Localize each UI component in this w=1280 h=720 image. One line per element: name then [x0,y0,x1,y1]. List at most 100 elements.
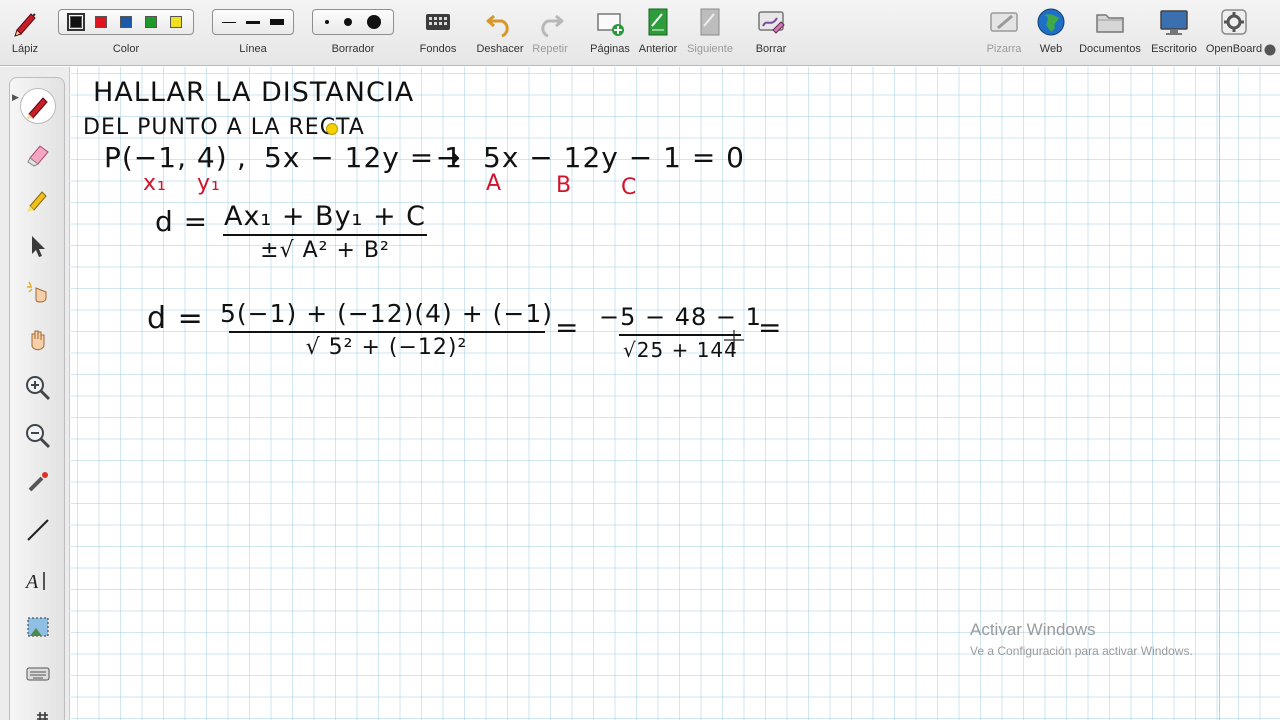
text-tool[interactable]: A [20,562,56,598]
backgrounds-button[interactable]: Fondos [406,0,470,66]
undo-icon [486,14,509,38]
collapse-toolbar-icon[interactable] [1264,44,1276,56]
clear-board-icon [758,11,785,34]
eraser-small-option[interactable] [324,20,329,24]
add-page-icon [597,13,624,36]
web-button[interactable]: Web [1019,0,1083,66]
simplified-numerator: −5 − 48 − 1 [599,303,762,331]
equals-sign-1: = [555,311,580,344]
stylus-palette: ▶ A [9,77,65,720]
selector-tool[interactable] [20,228,56,264]
eraser-tool[interactable] [20,136,56,172]
left-sidebar: ▶ A [0,67,70,720]
openboard-menu-button[interactable]: OpenBoard [1202,0,1266,66]
label-a: A [486,171,503,196]
interact-tool[interactable] [20,274,56,310]
eraser-icon [27,145,49,167]
label-b: B [556,173,573,198]
laser-pointer-icon [28,472,48,492]
distance-formula: Ax₁ + By₁ + C ±√ A² + B² [223,201,427,263]
formula-fraction-bar [223,234,427,236]
point-coordinates: P(−1, 4) [104,141,228,174]
cursor-marker [326,123,338,135]
whiteboard-icon [990,12,1018,32]
color-palette [58,9,194,35]
color-swatch-blue[interactable] [119,16,132,28]
openboard-label: OpenBoard [1205,43,1263,55]
line-width-group: Línea [210,0,296,66]
label-c: C [621,175,638,200]
substitution-denominator: √ 5² + (−12)² [305,335,468,360]
documents-button[interactable]: Documentos [1078,0,1142,66]
virtual-keyboard-tool[interactable] [20,656,56,692]
substitution-numerator: 5(−1) + (−12)(4) + (−1) [220,299,553,328]
screen-capture-icon [27,617,49,637]
pen-tool[interactable] [20,88,56,124]
simplified-denominator: √25 + 144 [623,338,738,362]
zoom-out-tool[interactable] [20,418,56,454]
color-label: Color [112,43,140,55]
keyboard-icon [26,667,50,681]
color-swatch-green[interactable] [145,16,158,28]
problem-title-line1: HALLAR LA DISTANCIA [93,77,415,108]
pencil-icon [14,13,36,37]
highlighter-tool[interactable] [20,182,56,218]
hash-brush-icon [37,712,48,720]
arrow-cursor-icon [32,236,45,257]
clear-button[interactable]: Borrar [739,0,803,66]
equals-sign-2: = [758,311,783,344]
next-page-icon [700,8,720,36]
eraser-large-option[interactable] [367,15,382,29]
eraser-label: Borrador [331,43,375,55]
hand-tool[interactable] [20,322,56,358]
capture-tool[interactable] [20,610,56,646]
highlighter-icon [27,191,47,212]
color-swatch-red[interactable] [94,16,107,28]
problem-title-line2: DEL PUNTO A LA RECTA [83,115,365,140]
zoom-out-icon [26,424,51,449]
substitution-fraction-bar [228,331,545,333]
line-thin-option[interactable] [222,21,236,23]
redo-icon [541,14,564,38]
more-tools[interactable] [20,702,56,720]
next-page-button[interactable]: Siguiente [678,0,742,66]
line-tool[interactable] [20,512,56,548]
watermark-subtitle: Ve a Configuración para activar Windows. [970,644,1193,658]
text-icon: A [24,571,45,593]
line-medium-option[interactable] [246,20,260,24]
desktop-label: Escritorio [1151,43,1197,55]
zoom-in-icon [26,376,51,401]
collapse-left-icon[interactable]: ▶ [12,92,19,103]
line-standard-form: 5x − 12y − 1 = 0 [483,141,745,174]
formula-denominator: ±√ A² + B² [260,238,390,263]
label-x1: x₁ [143,171,167,196]
desktop-button[interactable]: Escritorio [1142,0,1206,66]
globe-icon [1037,8,1065,36]
color-swatch-black[interactable] [66,13,85,31]
arrow-symbol: → [437,141,462,174]
pointing-hand-sparkle-icon [27,281,47,303]
redo-button[interactable]: Repetir [518,0,582,66]
line-icon [27,519,49,541]
backgrounds-label: Fondos [419,43,457,55]
color-group: Color [56,0,196,66]
laser-pointer-tool[interactable] [20,464,56,500]
crosshair-cursor-icon [724,330,744,350]
folder-icon [1096,14,1124,33]
label-y1: y₁ [197,171,221,196]
line-thick-option[interactable] [270,19,284,25]
pen-icon [27,97,48,119]
line-equation: 5x − 12y = 1 [264,141,463,174]
documents-label: Documentos [1079,43,1141,55]
formula-numerator: Ax₁ + By₁ + C [223,201,427,232]
line-label: Línea [239,43,267,55]
eraser-size-selector [312,9,394,35]
web-label: Web [1039,43,1063,55]
next-page-label: Siguiente [687,43,733,55]
eraser-medium-option[interactable] [343,18,352,26]
zoom-in-tool[interactable] [20,370,56,406]
redo-label: Repetir [532,43,568,55]
color-swatch-yellow[interactable] [170,16,183,28]
pencil-tool[interactable]: Lápiz [0,0,57,66]
toolbar: Lápiz Color Línea Borrador Fondos Deshac… [0,0,1280,66]
